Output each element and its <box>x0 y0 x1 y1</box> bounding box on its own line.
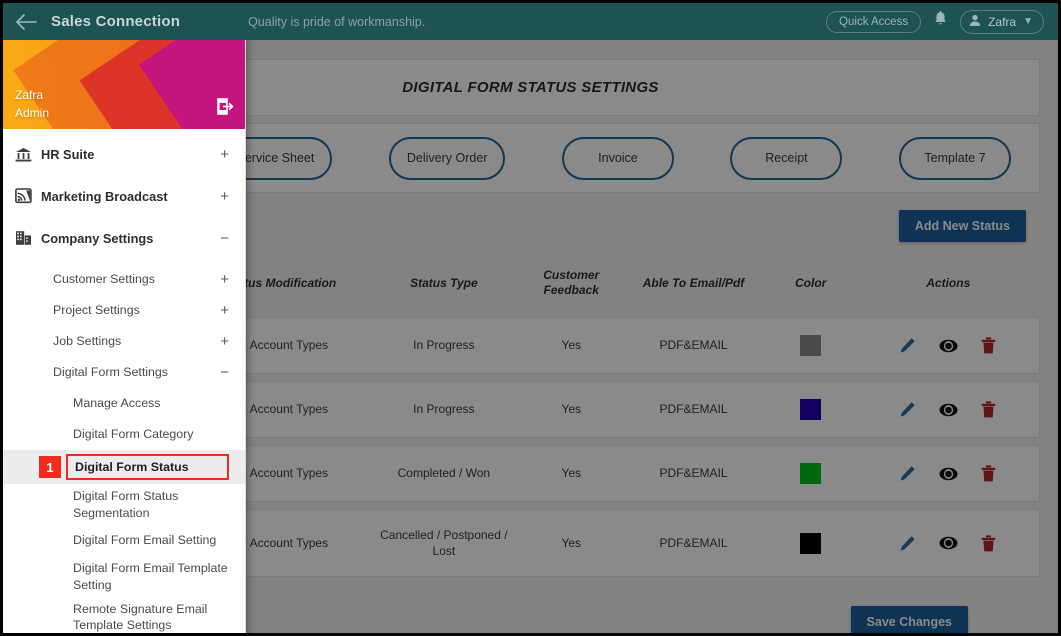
profile-info: Zafra Admin <box>15 87 49 122</box>
nav-label: Digital Form Settings <box>53 365 168 380</box>
nav-label: Project Settings <box>53 303 140 318</box>
app-title: Sales Connection <box>51 13 181 30</box>
bell-icon[interactable] <box>933 10 948 33</box>
nav-item-digital-form-email-template-setting[interactable]: Digital Form Email Template Setting <box>3 556 245 597</box>
nav-label: Manage Access <box>73 396 161 411</box>
expand-icon[interactable]: + <box>220 334 229 349</box>
nav-label: Remote Signature Email Template Settings <box>73 601 208 633</box>
drawer-nav: HR Suite + Marketing Broadcast + Company… <box>3 129 245 633</box>
nav-item-digital-form-settings[interactable]: Digital Form Settings − <box>3 357 245 388</box>
nav-item-job-settings[interactable]: Job Settings + <box>3 326 245 357</box>
nav-label: Company Settings <box>41 230 154 246</box>
nav-label: Marketing Broadcast <box>41 188 168 204</box>
nav-item-digital-form-category[interactable]: Digital Form Category <box>3 419 245 450</box>
broadcast-icon <box>15 188 41 204</box>
nav-item-digital-form-status-segmentation[interactable]: Digital Form Status Segmentation <box>3 484 245 525</box>
expand-icon[interactable]: + <box>220 303 229 318</box>
expand-icon[interactable]: + <box>220 272 229 287</box>
nav-label: Digital Form Status Segmentation <box>73 489 179 520</box>
arrow-left-icon[interactable] <box>3 3 49 40</box>
nav-label: Digital Form Status <box>66 454 229 481</box>
nav-item-hr-suite[interactable]: HR Suite + <box>3 133 245 175</box>
tagline: Quality is pride of workmanship. <box>248 14 426 29</box>
topbar-actions: Quick Access Zafra ▼ <box>826 9 1058 34</box>
nav-label: HR Suite <box>41 146 95 162</box>
person-icon <box>969 14 981 30</box>
expand-icon[interactable]: + <box>220 147 229 162</box>
bank-icon <box>15 147 41 162</box>
profile-name: Zafra <box>15 88 44 103</box>
profile-banner: Zafra Admin <box>3 36 245 129</box>
nav-label: Digital Form Email Template Setting <box>73 561 228 592</box>
collapse-icon[interactable]: − <box>220 231 229 246</box>
collapse-icon[interactable]: − <box>220 365 229 380</box>
navigation-drawer: Zafra Admin HR Suite + Marketing Broadca… <box>3 36 246 633</box>
nav-item-company-settings[interactable]: Company Settings − <box>3 217 245 259</box>
app-window: Sales Connection Quality is pride of wor… <box>0 0 1061 636</box>
nav-label: Customer Settings <box>53 272 155 287</box>
top-app-bar: Sales Connection Quality is pride of wor… <box>3 3 1058 40</box>
profile-role: Admin <box>15 105 50 120</box>
chevron-down-icon: ▼ <box>1023 16 1033 27</box>
nav-item-marketing-broadcast[interactable]: Marketing Broadcast + <box>3 175 245 217</box>
nav-label: Job Settings <box>53 334 122 349</box>
nav-item-customer-settings[interactable]: Customer Settings + <box>3 264 245 295</box>
nav-item-project-settings[interactable]: Project Settings + <box>3 295 245 326</box>
user-menu[interactable]: Zafra ▼ <box>960 9 1044 34</box>
user-name: Zafra <box>988 14 1017 29</box>
step-badge: 1 <box>39 456 61 479</box>
nav-item-digital-form-status[interactable]: 1 Digital Form Status <box>3 450 245 485</box>
nav-item-remote-signature-email-template-settings[interactable]: Remote Signature Email Template Settings <box>3 597 245 633</box>
quick-access-button[interactable]: Quick Access <box>826 10 922 33</box>
expand-icon[interactable]: + <box>220 189 229 204</box>
nav-label: Digital Form Category <box>73 427 194 442</box>
nav-label: Digital Form Email Setting <box>73 533 217 548</box>
building-icon <box>15 230 41 246</box>
nav-item-manage-access[interactable]: Manage Access <box>3 388 245 419</box>
nav-item-digital-form-email-setting[interactable]: Digital Form Email Setting <box>3 525 245 556</box>
logout-icon[interactable] <box>217 98 234 120</box>
